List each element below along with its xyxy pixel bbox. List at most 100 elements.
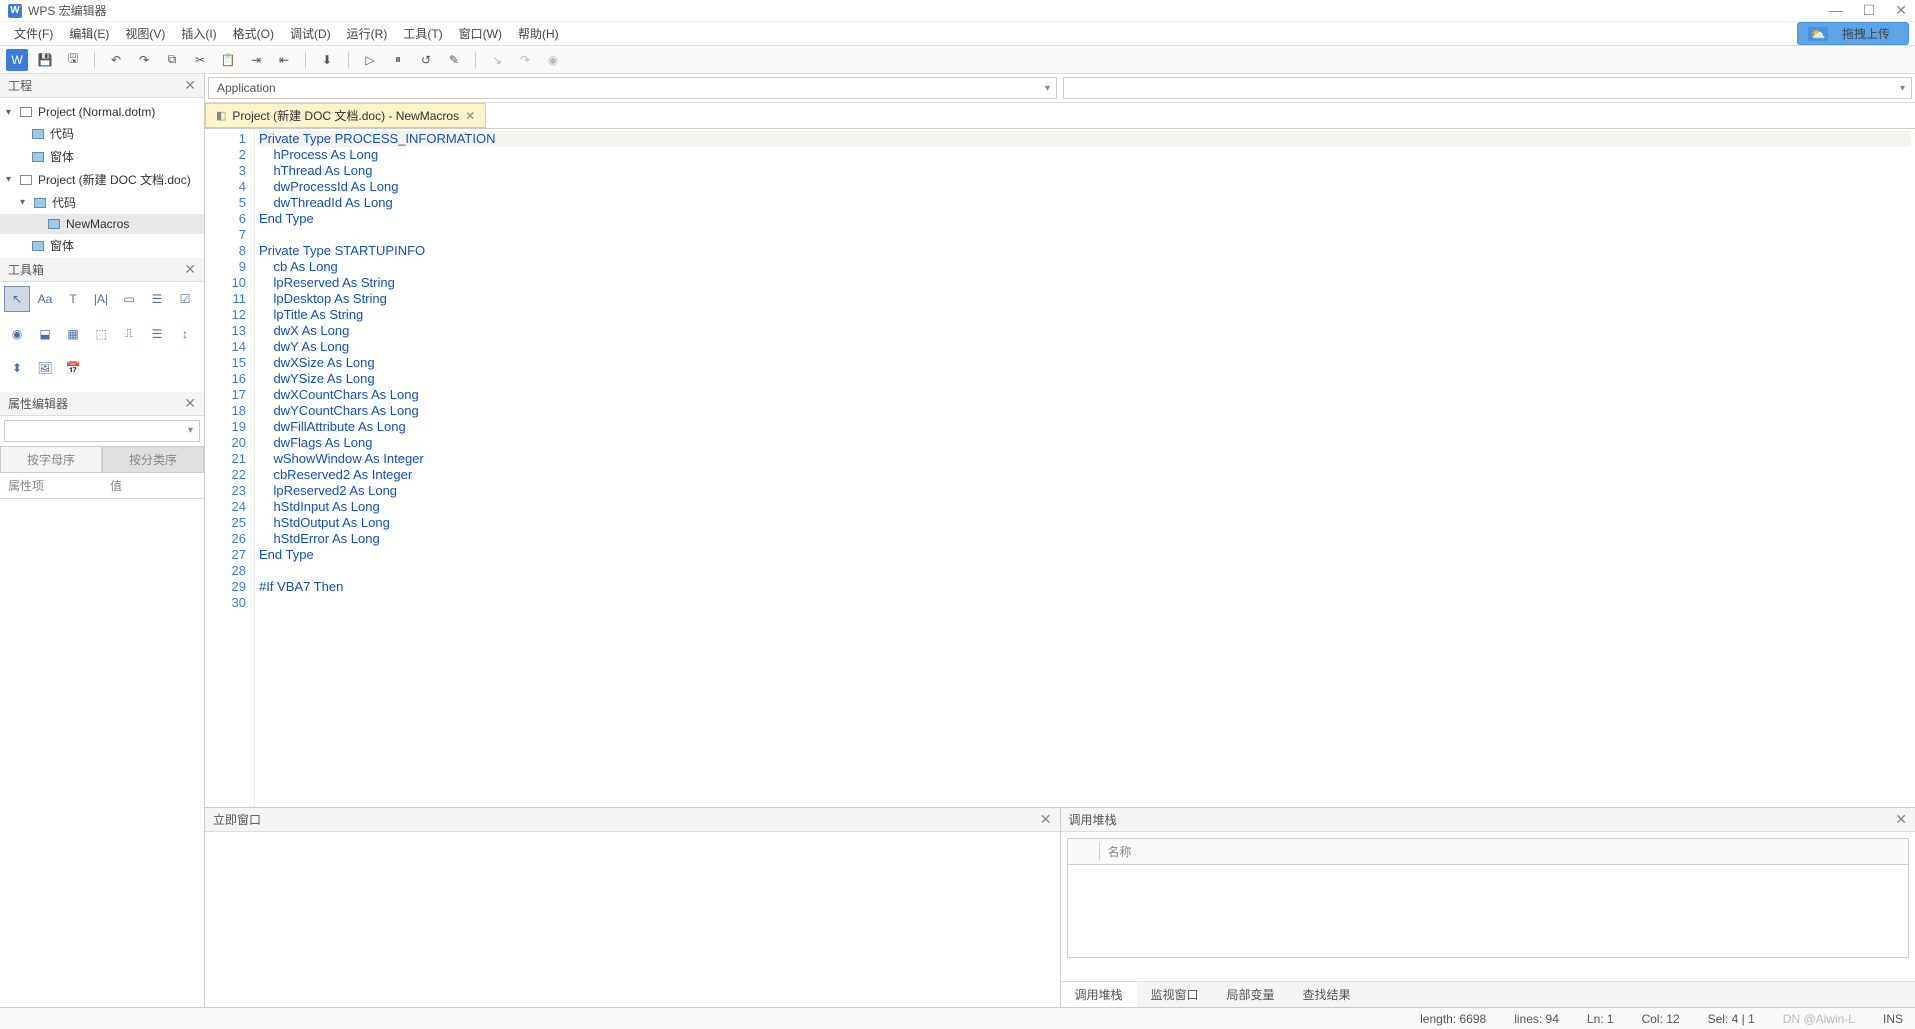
menu-insert[interactable]: 插入(I): [173, 25, 224, 42]
outdent-icon[interactable]: ⇤: [273, 49, 295, 71]
tool-scrollbar-icon[interactable]: ↕: [172, 321, 198, 347]
prop-tab-alpha[interactable]: 按字母序: [0, 446, 102, 473]
status-ln: Ln: 1: [1587, 1012, 1614, 1026]
tree-project1-code[interactable]: 代码: [0, 122, 204, 145]
callstack-pane: 调用堆栈 ✕ 名称 调用堆栈 监视窗口 局部变量 查找结果: [1061, 808, 1915, 1007]
module-tab-icon: ◧: [216, 109, 226, 122]
step-over-icon[interactable]: ↷: [514, 49, 536, 71]
tool-radio-icon[interactable]: ◉: [4, 321, 30, 347]
tool-spin-icon[interactable]: ⬍: [4, 355, 30, 381]
tab-close-icon[interactable]: ✕: [465, 109, 475, 123]
callstack-grid[interactable]: 名称: [1067, 838, 1910, 958]
status-sel: Sel: 4 | 1: [1708, 1012, 1755, 1026]
titlebar: W WPS 宏编辑器 — ☐ ✕: [0, 0, 1915, 22]
menu-format[interactable]: 格式(O): [225, 25, 282, 42]
save-icon[interactable]: 💾: [34, 49, 56, 71]
menu-debug[interactable]: 调试(D): [282, 25, 339, 42]
toolbox-panel-title: 工具箱: [8, 261, 44, 278]
toolbox-panel-header: 工具箱 ✕: [0, 258, 204, 282]
tree-project2-form[interactable]: 窗体: [0, 234, 204, 257]
cut-icon[interactable]: ✂: [189, 49, 211, 71]
bottom-tab-locals[interactable]: 局部变量: [1213, 982, 1289, 1007]
reset-icon[interactable]: ↺: [415, 49, 437, 71]
editor-tabs: ◧ Project (新建 DOC 文档.doc) - NewMacros ✕: [205, 103, 1915, 129]
bottom-tab-watch[interactable]: 监视窗口: [1137, 982, 1213, 1007]
toolbox: ↖ Aa T |A| ▭ ☰ ☑ ◉ ⬓ ▦ ⬚ ⎍ ☰ ↕ ⬍ 🖼 📅: [0, 282, 204, 392]
immediate-body[interactable]: [205, 832, 1060, 1007]
tool-checkbox-icon[interactable]: ☑: [172, 286, 198, 312]
menu-view[interactable]: 视图(V): [117, 25, 173, 42]
tree-project2-code[interactable]: ▾代码: [0, 191, 204, 214]
upload-label: 拖拽上传: [1834, 25, 1898, 42]
property-panel-title: 属性编辑器: [8, 395, 68, 412]
save-all-icon[interactable]: 🖫: [62, 49, 84, 71]
tool-label-icon[interactable]: Aa: [32, 286, 58, 312]
wps-icon[interactable]: W: [6, 49, 28, 71]
toolbox-close-icon[interactable]: ✕: [184, 261, 196, 278]
run-icon[interactable]: ▷: [359, 49, 381, 71]
copy-icon[interactable]: ⧉: [161, 49, 183, 71]
pause-icon[interactable]: ⏸: [387, 49, 409, 71]
prop-tab-category[interactable]: 按分类序: [102, 446, 204, 473]
export-icon[interactable]: ⬇: [316, 49, 338, 71]
status-lines: lines: 94: [1514, 1012, 1559, 1026]
indent-icon[interactable]: ⇥: [245, 49, 267, 71]
redo-icon[interactable]: ↷: [133, 49, 155, 71]
upload-button[interactable]: ⛅ 拖拽上传: [1797, 22, 1909, 45]
tree-project1-form[interactable]: 窗体: [0, 145, 204, 168]
property-close-icon[interactable]: ✕: [184, 395, 196, 412]
status-length: length: 6698: [1420, 1012, 1486, 1026]
tree-project2[interactable]: ▾ Project (新建 DOC 文档.doc): [0, 168, 204, 191]
menu-window[interactable]: 窗口(W): [451, 25, 510, 42]
bottom-tab-callstack[interactable]: 调用堆栈: [1061, 982, 1137, 1007]
project-close-icon[interactable]: ✕: [184, 77, 196, 94]
immediate-pane: 立即窗口 ✕: [205, 808, 1061, 1007]
tool-textbox-icon[interactable]: T: [60, 286, 86, 312]
callstack-close-icon[interactable]: ✕: [1895, 811, 1907, 828]
step-into-icon[interactable]: ↘: [486, 49, 508, 71]
paste-icon[interactable]: 📋: [217, 49, 239, 71]
tool-multipage-icon[interactable]: ☰: [144, 321, 170, 347]
tool-frame-icon[interactable]: ▦: [60, 321, 86, 347]
tool-toggle-icon[interactable]: ⬓: [32, 321, 58, 347]
tool-image-icon[interactable]: 🖼: [32, 355, 58, 381]
tool-combobox-icon[interactable]: ▭: [116, 286, 142, 312]
tool-date-icon[interactable]: 📅: [60, 355, 86, 381]
tree-newmacros[interactable]: NewMacros: [0, 214, 204, 234]
menu-tools[interactable]: 工具(T): [395, 25, 450, 42]
code-editor[interactable]: 1234567891011121314151617181920212223242…: [205, 129, 1915, 807]
tool-pointer-icon[interactable]: ↖: [4, 286, 30, 312]
menu-file[interactable]: 文件(F): [6, 25, 61, 42]
property-object-select[interactable]: [4, 420, 200, 442]
undo-icon[interactable]: ↶: [105, 49, 127, 71]
prop-col-value: 值: [102, 473, 204, 498]
app-title: WPS 宏编辑器: [28, 2, 107, 19]
bottom-tab-find[interactable]: 查找结果: [1289, 982, 1365, 1007]
design-mode-icon[interactable]: ✎: [443, 49, 465, 71]
close-button[interactable]: ✕: [1895, 2, 1907, 19]
menu-help[interactable]: 帮助(H): [510, 25, 567, 42]
property-panel: 按字母序 按分类序 属性项 值: [0, 416, 204, 1007]
editor-tab-newmacros[interactable]: ◧ Project (新建 DOC 文档.doc) - NewMacros ✕: [205, 103, 486, 128]
tool-command-icon[interactable]: ⬚: [88, 321, 114, 347]
left-panel: 工程 ✕ ▾ Project (Normal.dotm) 代码 窗体 ▾ Pro…: [0, 74, 205, 1007]
procedure-selector[interactable]: [1063, 77, 1912, 99]
immediate-close-icon[interactable]: ✕: [1040, 811, 1052, 828]
maximize-button[interactable]: ☐: [1863, 2, 1876, 19]
tool-textbox2-icon[interactable]: |A|: [88, 286, 114, 312]
line-gutter: 1234567891011121314151617181920212223242…: [205, 129, 255, 807]
code-lines[interactable]: Private Type PROCESS_INFORMATION hProces…: [255, 129, 1915, 807]
tool-listbox-icon[interactable]: ☰: [144, 286, 170, 312]
minimize-button[interactable]: —: [1829, 2, 1843, 19]
watermark: DN @Aiwin-L: [1783, 1012, 1855, 1026]
menu-edit[interactable]: 编辑(E): [61, 25, 117, 42]
breakpoint-icon[interactable]: ◉: [542, 49, 564, 71]
object-selector[interactable]: Application: [208, 77, 1057, 99]
menu-run[interactable]: 运行(R): [339, 25, 396, 42]
prop-col-name: 属性项: [0, 473, 102, 498]
status-col: Col: 12: [1642, 1012, 1680, 1026]
tree-project1[interactable]: ▾ Project (Normal.dotm): [0, 102, 204, 122]
immediate-title: 立即窗口: [213, 811, 261, 828]
tool-tab-icon[interactable]: ⎍: [116, 321, 142, 347]
window-controls: — ☐ ✕: [1829, 2, 1907, 19]
